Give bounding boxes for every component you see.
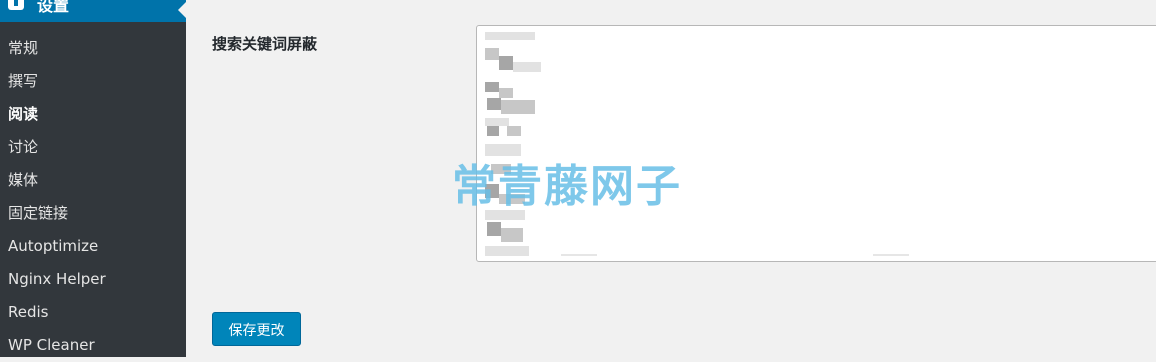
submenu-item-nginx-helper[interactable]: Nginx Helper <box>0 263 186 296</box>
submenu-item-autoptimize[interactable]: Autoptimize <box>0 230 186 263</box>
settings-menu-title: 设置 <box>37 0 70 15</box>
submenu-item-discussion[interactable]: 讨论 <box>0 131 186 164</box>
redacted-text <box>485 246 529 256</box>
submenu-item-media[interactable]: 媒体 <box>0 164 186 197</box>
redacted-text <box>485 118 509 126</box>
redacted-text <box>485 82 499 92</box>
redacted-text <box>487 222 501 236</box>
redacted-text <box>499 56 513 70</box>
submenu-item-general[interactable]: 常规 <box>0 32 186 65</box>
redacted-text <box>507 126 521 136</box>
submenu-item-permalinks[interactable]: 固定链接 <box>0 197 186 230</box>
search-keyword-block-label: 搜索关键词屏蔽 <box>212 35 318 53</box>
redacted-text <box>513 62 541 72</box>
admin-sidebar: 设置 常规 撰写 阅读 讨论 媒体 固定链接 Autoptimize Nginx… <box>0 0 186 357</box>
redacted-text <box>561 254 597 256</box>
current-menu-arrow <box>178 2 186 18</box>
redacted-text <box>501 100 535 114</box>
redacted-text <box>487 98 501 110</box>
redacted-text <box>501 228 523 242</box>
redacted-text <box>873 254 909 256</box>
settings-submenu: 常规 撰写 阅读 讨论 媒体 固定链接 Autoptimize Nginx He… <box>0 32 186 362</box>
submenu-item-reading[interactable]: 阅读 <box>0 98 186 131</box>
settings-icon <box>8 0 24 10</box>
redacted-text <box>487 126 499 136</box>
redacted-text <box>485 48 499 60</box>
submenu-item-wp-cleaner[interactable]: WP Cleaner <box>0 329 186 362</box>
redacted-text <box>485 32 535 40</box>
submenu-item-writing[interactable]: 撰写 <box>0 65 186 98</box>
submenu-item-redis[interactable]: Redis <box>0 296 186 329</box>
search-keyword-block-textarea[interactable] <box>476 25 1156 262</box>
save-changes-button[interactable]: 保存更改 <box>212 312 301 346</box>
settings-menu-header[interactable]: 设置 <box>0 0 186 22</box>
watermark-text: 常青藤网子 <box>452 161 682 212</box>
redacted-text <box>499 88 513 98</box>
